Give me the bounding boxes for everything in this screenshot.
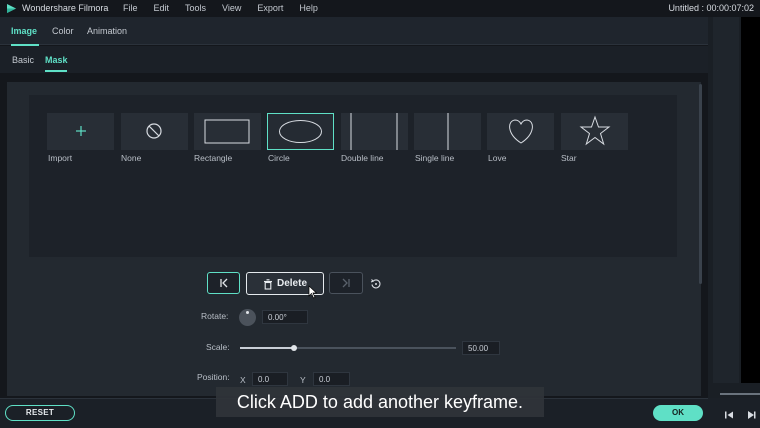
previous-keyframe-icon <box>220 278 228 288</box>
tutorial-caption: Click ADD to add another keyframe. <box>216 387 544 417</box>
scale-input[interactable]: 50.00 <box>462 341 500 355</box>
mask-rectangle[interactable] <box>194 113 261 150</box>
rotate-dial-indicator <box>246 311 249 314</box>
editor-tabs: Image Color Animation <box>0 17 708 45</box>
menu-tools[interactable]: Tools <box>185 3 206 13</box>
play-icon[interactable] <box>746 410 756 420</box>
mask-label-love: Love <box>488 153 507 163</box>
double-line-icon <box>350 113 398 150</box>
mask-label-rectangle: Rectangle <box>194 153 233 163</box>
position-y-input[interactable]: 0.0 <box>313 372 350 386</box>
project-title: Untitled : 00:00:07:02 <box>668 3 754 13</box>
mask-circle[interactable] <box>267 113 334 150</box>
mask-label-import: Import <box>48 153 73 163</box>
delete-label: Delete <box>277 278 308 289</box>
scale-slider-fill <box>240 347 294 349</box>
step-back-icon[interactable] <box>724 410 734 420</box>
mask-none[interactable] <box>121 113 188 150</box>
scale-slider-thumb[interactable] <box>291 345 297 351</box>
star-icon <box>579 115 611 146</box>
tab-animation[interactable]: Animation <box>87 26 127 36</box>
preview-side-strip <box>713 17 739 383</box>
menu-export[interactable]: Export <box>257 3 283 13</box>
subtab-mask[interactable]: Mask <box>45 55 68 65</box>
reset-button[interactable]: RESET <box>5 405 75 421</box>
next-keyframe-button[interactable] <box>329 272 363 294</box>
position-x-input[interactable]: 0.0 <box>252 372 288 386</box>
no-symbol-icon <box>146 123 162 139</box>
menu-bar: File Edit Tools View Export Help <box>123 3 334 13</box>
subtab-active-indicator <box>45 70 67 72</box>
heart-icon <box>509 119 533 144</box>
image-subtabs: Basic Mask <box>0 46 708 73</box>
rectangle-icon <box>204 119 250 144</box>
scale-label: Scale: <box>206 342 230 352</box>
tab-color[interactable]: Color <box>52 26 74 36</box>
trash-icon <box>264 279 272 290</box>
menu-file[interactable]: File <box>123 3 138 13</box>
mask-double-line[interactable] <box>341 113 408 150</box>
reset-keyframe-icon[interactable] <box>370 278 382 290</box>
position-x-label: X <box>240 375 246 385</box>
preview-video <box>741 17 760 383</box>
menu-edit[interactable]: Edit <box>154 3 170 13</box>
app-name: Wondershare Filmora <box>22 3 109 13</box>
mask-label-star: Star <box>561 153 577 163</box>
filmora-logo-icon <box>7 4 16 13</box>
previous-keyframe-button[interactable] <box>207 272 240 294</box>
next-keyframe-icon <box>342 278 350 288</box>
mask-single-line[interactable] <box>414 113 481 150</box>
mask-label-circle: Circle <box>268 153 290 163</box>
single-line-icon <box>447 113 449 150</box>
subtab-basic[interactable]: Basic <box>12 55 34 65</box>
position-label: Position: <box>197 372 230 382</box>
menu-help[interactable]: Help <box>299 3 318 13</box>
mask-love[interactable] <box>487 113 554 150</box>
rotate-label: Rotate: <box>201 311 229 321</box>
position-y-label: Y <box>300 375 306 385</box>
mask-label-double-line: Double line <box>341 153 384 163</box>
tab-image[interactable]: Image <box>11 26 37 36</box>
mouse-cursor-icon <box>308 285 318 299</box>
playback-progress[interactable] <box>720 393 760 395</box>
ok-button[interactable]: OK <box>653 405 703 421</box>
circle-icon <box>279 120 322 143</box>
mask-label-single-line: Single line <box>415 153 455 163</box>
plus-icon <box>76 126 86 136</box>
menu-view[interactable]: View <box>222 3 241 13</box>
mask-star[interactable] <box>561 113 628 150</box>
scrollbar[interactable] <box>699 84 702 284</box>
title-bar: Wondershare Filmora File Edit Tools View… <box>0 0 760 17</box>
rotate-input[interactable]: 0.00° <box>262 310 308 324</box>
mask-label-none: None <box>121 153 142 163</box>
mask-import[interactable] <box>47 113 114 150</box>
